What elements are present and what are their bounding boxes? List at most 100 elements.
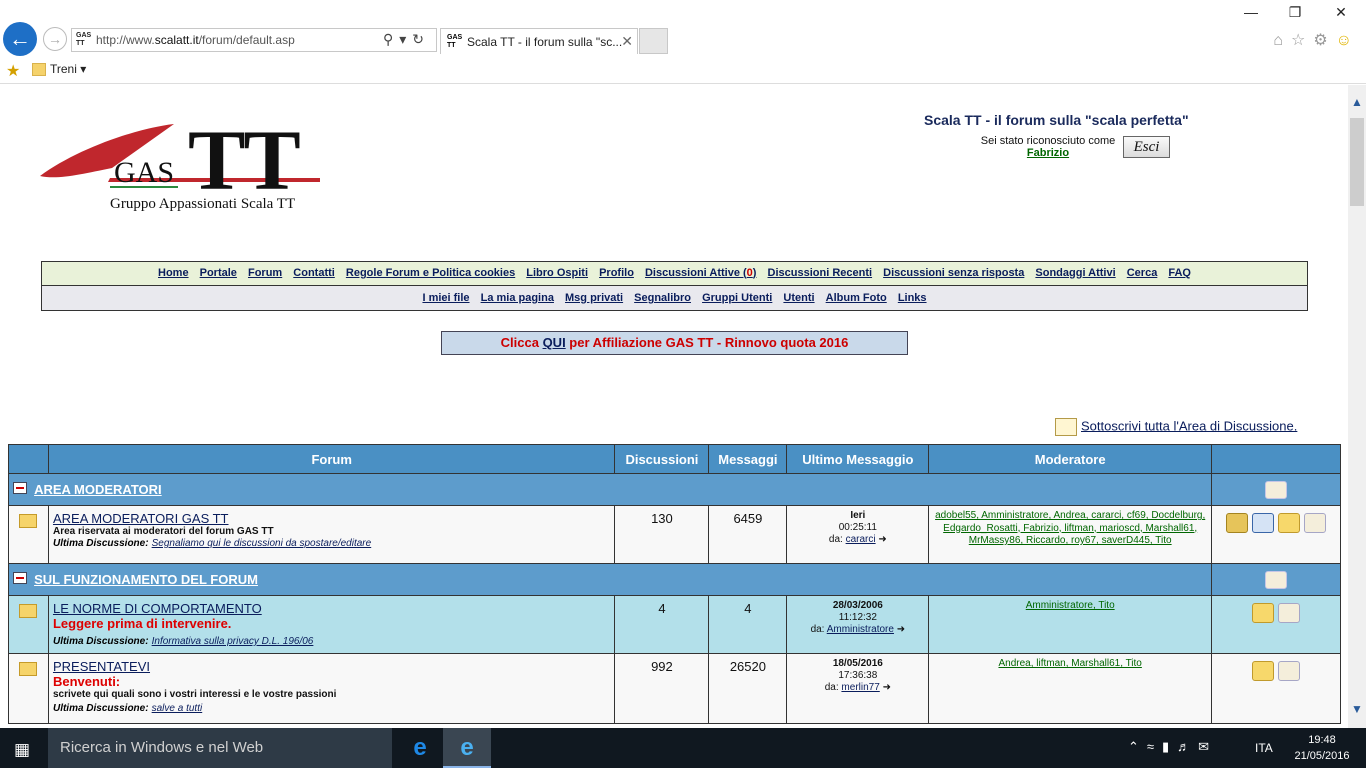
subscribe-icon[interactable]: [1278, 661, 1301, 682]
last-poster-link[interactable]: Amministratore: [827, 624, 894, 635]
menu-mia-pagina[interactable]: La mia pagina: [481, 292, 554, 304]
windows-taskbar: ▦ Ricerca in Windows e nel Web e e ⌃≈▮♬✉…: [0, 728, 1366, 768]
menu-miei-file[interactable]: I miei file: [422, 292, 469, 304]
table-row: AREA MODERATORI GAS TT Area riservata ai…: [8, 505, 1341, 564]
restore-button[interactable]: ❐: [1280, 4, 1310, 21]
browser-tools[interactable]: ⌂☆⚙☺: [1273, 30, 1360, 50]
home-icon: ⌂: [1273, 32, 1291, 49]
menu-links[interactable]: Links: [898, 292, 927, 304]
favorites-folder-treni[interactable]: Treni ▾: [50, 62, 86, 76]
language-indicator[interactable]: ITA: [1255, 741, 1273, 755]
last-poster-link[interactable]: merlin77: [841, 682, 879, 693]
col-discussioni: Discussioni: [614, 444, 710, 474]
favorites-star-icon: ☆: [1290, 32, 1314, 49]
category-row: SUL FUNZIONAMENTO DEL FORUM: [7, 563, 1341, 596]
affiliation-link[interactable]: QUI: [543, 335, 566, 350]
collapse-icon[interactable]: [13, 482, 27, 495]
menu-profilo[interactable]: Profilo: [599, 267, 634, 279]
forum-link[interactable]: PRESENTATEVI: [53, 659, 610, 674]
logout-button[interactable]: Esci: [1123, 136, 1170, 158]
forum-link[interactable]: AREA MODERATORI GAS TT: [53, 511, 610, 526]
taskbar-clock[interactable]: 19:48 21/05/2016: [1286, 732, 1358, 764]
menu-album-foto[interactable]: Album Foto: [826, 292, 887, 304]
edge-icon[interactable]: e: [396, 728, 444, 768]
menu-utenti[interactable]: Utenti: [783, 292, 814, 304]
menu-discussioni-attive[interactable]: Discussioni Attive (0): [645, 267, 756, 279]
category-row: AREA MODERATORI: [7, 473, 1341, 506]
menu-portale[interactable]: Portale: [200, 267, 237, 279]
url-text: http://www.scalatt.it/forum/default.asp: [96, 33, 295, 47]
address-bar[interactable]: GAS TT http://www.scalatt.it/forum/defaul…: [71, 28, 437, 52]
menu-home[interactable]: Home: [158, 267, 189, 279]
forward-button[interactable]: →: [43, 27, 67, 51]
last-poster-link[interactable]: cararci: [846, 534, 876, 545]
goto-last-icon[interactable]: ➜: [883, 682, 891, 693]
goto-last-icon[interactable]: ➜: [878, 534, 886, 545]
last-topic-link[interactable]: Informativa sulla privacy D.L. 196/06: [152, 636, 314, 647]
logo-subtitle: Gruppo Appassionati Scala TT: [110, 196, 296, 212]
menu-discussioni-recenti[interactable]: Discussioni Recenti: [768, 267, 873, 279]
menu-faq[interactable]: FAQ: [1168, 267, 1191, 279]
subscribe-category-icon[interactable]: [1265, 480, 1288, 499]
browser-tab[interactable]: GAS TT Scala TT - il forum sulla "sc... ✕: [440, 28, 638, 54]
gear-icon: ⚙: [1313, 32, 1336, 49]
favorites-bar: ★ Treni ▾: [0, 56, 1366, 84]
edit-icon[interactable]: [1252, 513, 1275, 534]
envelope-icon: [1055, 418, 1077, 436]
lock-icon[interactable]: [1226, 513, 1249, 534]
tab-favicon: GAS TT: [447, 34, 463, 49]
vertical-scrollbar[interactable]: ▲ ▼: [1348, 85, 1366, 728]
new-topic-icon[interactable]: [1278, 513, 1301, 534]
subscribe-icon[interactable]: [1304, 513, 1327, 534]
new-topic-icon[interactable]: [1252, 661, 1275, 682]
forum-link[interactable]: LE NORME DI COMPORTAMENTO: [53, 601, 610, 616]
collapse-icon[interactable]: [13, 572, 27, 585]
menu-segnalibro[interactable]: Segnalibro: [634, 292, 691, 304]
taskbar-search-input[interactable]: Ricerca in Windows e nel Web: [48, 728, 392, 768]
menu-senza-risposta[interactable]: Discussioni senza risposta: [883, 267, 1024, 279]
last-post: Ieri 00:25:11 da: cararci ➜: [786, 505, 930, 564]
page-content: TT GAS Gruppo Appassionati Scala TT Scal…: [0, 85, 1348, 728]
new-tab-button[interactable]: [639, 28, 668, 54]
windows-start-icon[interactable]: ▦: [14, 740, 30, 760]
goto-last-icon[interactable]: ➜: [897, 624, 905, 635]
favorites-add-icon[interactable]: ★: [6, 61, 20, 81]
scroll-down-icon[interactable]: ▼: [1351, 702, 1363, 716]
system-tray[interactable]: ⌃≈▮♬✉: [1128, 739, 1217, 755]
close-tab-icon[interactable]: ✕: [621, 33, 633, 50]
ie-icon[interactable]: e: [443, 728, 491, 768]
menu-contatti[interactable]: Contatti: [293, 267, 335, 279]
category-name[interactable]: AREA MODERATORI: [30, 482, 162, 497]
menu-sondaggi[interactable]: Sondaggi Attivi: [1035, 267, 1115, 279]
moderators-list: Andrea, liftman, Marshall61, Tito: [928, 653, 1213, 724]
minimize-button[interactable]: —: [1236, 4, 1266, 20]
scroll-thumb[interactable]: [1350, 118, 1364, 206]
forum-description: Area riservata ai moderatori del forum G…: [52, 526, 274, 537]
site-logo[interactable]: TT GAS Gruppo Appassionati Scala TT: [38, 112, 328, 218]
back-button[interactable]: ←: [3, 22, 37, 56]
menu-msg-privati[interactable]: Msg privati: [565, 292, 623, 304]
subscribe-all-link[interactable]: Sottoscrivi tutta l'Area di Discussione.: [1055, 418, 1297, 436]
last-topic-link[interactable]: salve a tutti: [152, 703, 203, 714]
menu-forum[interactable]: Forum: [248, 267, 282, 279]
last-topic-link[interactable]: Segnaliamo qui le discussioni da spostar…: [152, 538, 372, 549]
folder-icon: [19, 662, 38, 676]
new-topic-icon[interactable]: [1252, 603, 1275, 624]
table-row: LE NORME DI COMPORTAMENTO Leggere prima …: [8, 595, 1341, 654]
username-link[interactable]: Fabrizio: [978, 147, 1118, 159]
last-post: 28/03/2006 11:12:32 da: Amministratore ➜: [786, 595, 930, 654]
close-window-button[interactable]: ✕: [1326, 4, 1356, 21]
category-name[interactable]: SUL FUNZIONAMENTO DEL FORUM: [30, 572, 258, 587]
menu-cerca[interactable]: Cerca: [1127, 267, 1158, 279]
scroll-up-icon[interactable]: ▲: [1351, 95, 1363, 109]
subscribe-category-icon[interactable]: [1265, 570, 1288, 589]
affiliation-banner: Clicca QUI per Affiliazione GAS TT - Rin…: [441, 331, 908, 355]
subscribe-icon[interactable]: [1278, 603, 1301, 624]
search-refresh-icons[interactable]: ⚲▾↻: [383, 31, 430, 48]
menu-regole[interactable]: Regole Forum e Politica cookies: [346, 267, 515, 279]
menu-gruppi-utenti[interactable]: Gruppi Utenti: [702, 292, 772, 304]
menu-libro-ospiti[interactable]: Libro Ospiti: [526, 267, 588, 279]
table-header: Forum Discussioni Messaggi Ultimo Messag…: [8, 444, 1341, 474]
folder-icon: [32, 63, 46, 76]
folder-icon: [19, 514, 38, 528]
